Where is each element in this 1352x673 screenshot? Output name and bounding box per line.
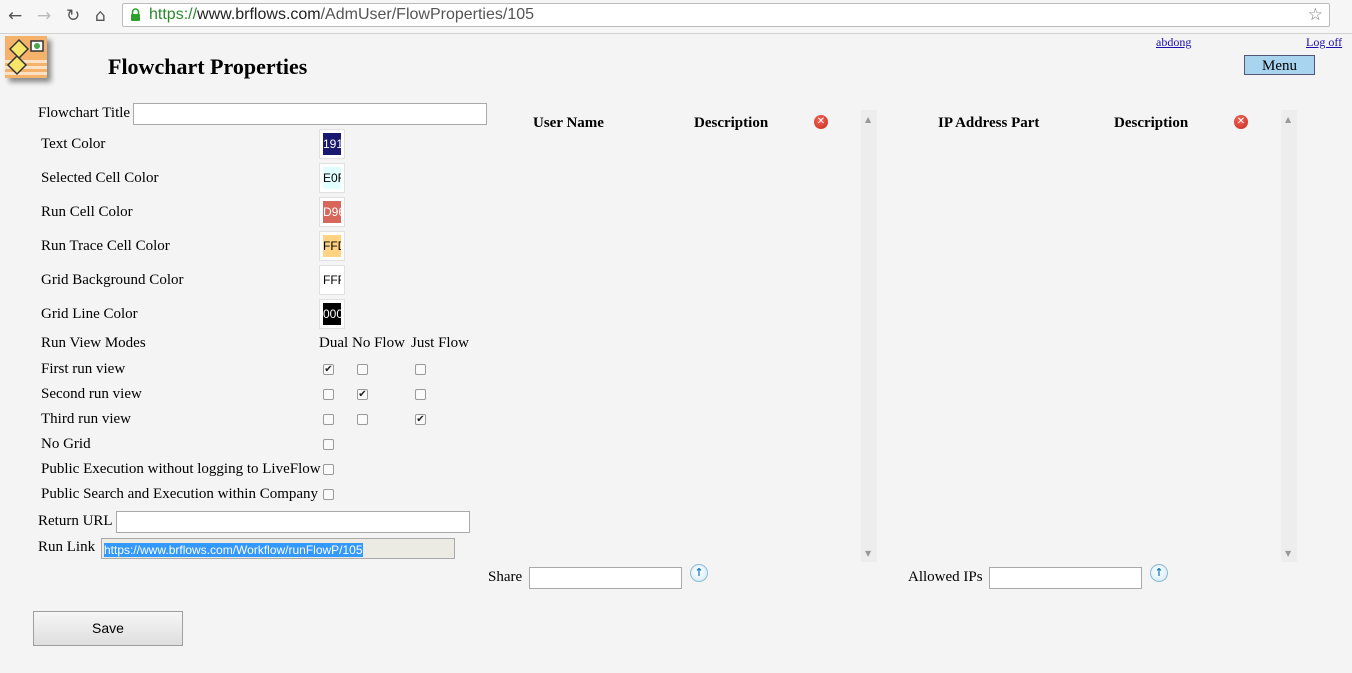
ip-col-address-part: IP Address Part bbox=[938, 115, 1040, 131]
run-view-checkbox-no-flow[interactable] bbox=[357, 414, 368, 425]
user-link[interactable]: abdong bbox=[1156, 35, 1191, 50]
share-col-description: Description bbox=[694, 115, 769, 131]
bookmark-star-icon[interactable]: ☆ bbox=[1308, 5, 1323, 25]
run-link-value: https://www.brflows.com/Workflow/runFlow… bbox=[104, 543, 363, 557]
run-view-checkbox-dual[interactable] bbox=[323, 414, 334, 425]
flowchart-title-label: Flowchart Title bbox=[38, 105, 131, 121]
color-label: Run Cell Color bbox=[41, 204, 133, 220]
color-picker[interactable]: 000 bbox=[319, 299, 345, 329]
run-view-checkbox-no-flow[interactable]: ✔ bbox=[357, 389, 368, 400]
color-picker[interactable]: 191 bbox=[319, 129, 345, 159]
run-view-label: Third run view bbox=[41, 411, 131, 427]
share-scrollbar[interactable]: ▲ ▼ bbox=[861, 110, 877, 562]
run-view-checkbox-just-flow[interactable]: ✔ bbox=[415, 414, 426, 425]
mode-header-dual: Dual bbox=[319, 335, 349, 351]
color-label: Grid Background Color bbox=[41, 272, 184, 288]
url-path: /AdmUser/FlowProperties/105 bbox=[320, 6, 535, 23]
option-checkbox[interactable] bbox=[323, 464, 334, 475]
color-picker[interactable]: E0F bbox=[319, 163, 345, 193]
address-bar[interactable]: https://www.brflows.com/AdmUser/FlowProp… bbox=[122, 3, 1330, 27]
run-link-field[interactable]: https://www.brflows.com/Workflow/runFlow… bbox=[101, 538, 455, 559]
option-label: Public Search and Execution within Compa… bbox=[41, 486, 319, 502]
color-picker[interactable]: D96 bbox=[319, 197, 345, 227]
color-value: FFD bbox=[323, 235, 341, 257]
return-url-input[interactable] bbox=[116, 511, 470, 533]
option-label: No Grid bbox=[41, 436, 91, 452]
scroll-down-arrow-icon[interactable]: ▼ bbox=[1285, 549, 1291, 558]
reload-icon[interactable]: ↻ bbox=[66, 5, 80, 27]
back-icon[interactable]: ← bbox=[8, 5, 22, 27]
color-picker[interactable]: FFD bbox=[319, 231, 345, 261]
run-view-checkbox-dual[interactable] bbox=[323, 389, 334, 400]
allowed-ips-upload-icon[interactable]: ↑ bbox=[1150, 564, 1168, 582]
share-delete-icon[interactable]: ✕ bbox=[814, 115, 828, 129]
share-input[interactable] bbox=[529, 567, 682, 589]
allowed-ips-label: Allowed IPs bbox=[908, 569, 983, 585]
color-label: Text Color bbox=[41, 136, 106, 152]
lock-icon bbox=[131, 8, 140, 21]
share-upload-icon[interactable]: ↑ bbox=[690, 564, 708, 582]
ip-col-description: Description bbox=[1114, 115, 1189, 131]
flowchart-title-input[interactable] bbox=[133, 103, 487, 125]
run-view-label: Second run view bbox=[41, 386, 142, 402]
color-label: Run Trace Cell Color bbox=[41, 238, 170, 254]
color-value: 191 bbox=[323, 133, 341, 155]
option-label: Public Execution without logging to Live… bbox=[41, 461, 321, 477]
color-value: 000 bbox=[323, 303, 341, 325]
forward-icon[interactable]: → bbox=[37, 5, 51, 27]
scroll-down-arrow-icon[interactable]: ▼ bbox=[865, 549, 871, 558]
color-label: Selected Cell Color bbox=[41, 170, 159, 186]
color-value: D96 bbox=[323, 201, 341, 223]
color-value: E0F bbox=[323, 167, 341, 189]
run-view-label: First run view bbox=[41, 361, 126, 377]
logoff-link[interactable]: Log off bbox=[1306, 35, 1342, 50]
browser-toolbar: ← → ↻ ⌂ https://www.brflows.com/AdmUser/… bbox=[0, 0, 1352, 34]
run-view-checkbox-no-flow[interactable] bbox=[357, 364, 368, 375]
url-text: https://www.brflows.com/AdmUser/FlowProp… bbox=[149, 6, 534, 24]
page-title: Flowchart Properties bbox=[108, 54, 308, 79]
ip-scrollbar[interactable]: ▲ ▼ bbox=[1281, 110, 1297, 562]
color-value: FFF bbox=[323, 269, 341, 291]
run-view-checkbox-dual[interactable]: ✔ bbox=[323, 364, 334, 375]
option-checkbox[interactable] bbox=[323, 489, 334, 500]
run-view-checkbox-just-flow[interactable] bbox=[415, 389, 426, 400]
url-scheme: https:// bbox=[149, 6, 198, 23]
run-view-checkbox-just-flow[interactable] bbox=[415, 364, 426, 375]
allowed-ips-input[interactable] bbox=[989, 567, 1142, 589]
color-label: Grid Line Color bbox=[41, 306, 138, 322]
run-view-modes-label: Run View Modes bbox=[41, 335, 146, 351]
run-link-label: Run Link bbox=[38, 539, 96, 555]
scroll-up-arrow-icon[interactable]: ▲ bbox=[865, 115, 871, 124]
return-url-label: Return URL bbox=[38, 513, 113, 529]
ip-delete-icon[interactable]: ✕ bbox=[1234, 115, 1248, 129]
mode-header-no-flow: No Flow bbox=[352, 335, 405, 351]
app-logo bbox=[5, 36, 47, 78]
home-icon[interactable]: ⌂ bbox=[95, 5, 106, 27]
scroll-up-arrow-icon[interactable]: ▲ bbox=[1285, 115, 1291, 124]
share-label: Share bbox=[488, 569, 523, 585]
save-button[interactable]: Save bbox=[33, 611, 183, 646]
option-checkbox[interactable] bbox=[323, 439, 334, 450]
url-host: www.brflows.com bbox=[197, 6, 321, 23]
menu-button[interactable]: Menu bbox=[1244, 55, 1315, 75]
share-col-user-name: User Name bbox=[533, 115, 604, 131]
mode-header-just-flow: Just Flow bbox=[411, 335, 469, 351]
color-picker[interactable]: FFF bbox=[319, 265, 345, 295]
